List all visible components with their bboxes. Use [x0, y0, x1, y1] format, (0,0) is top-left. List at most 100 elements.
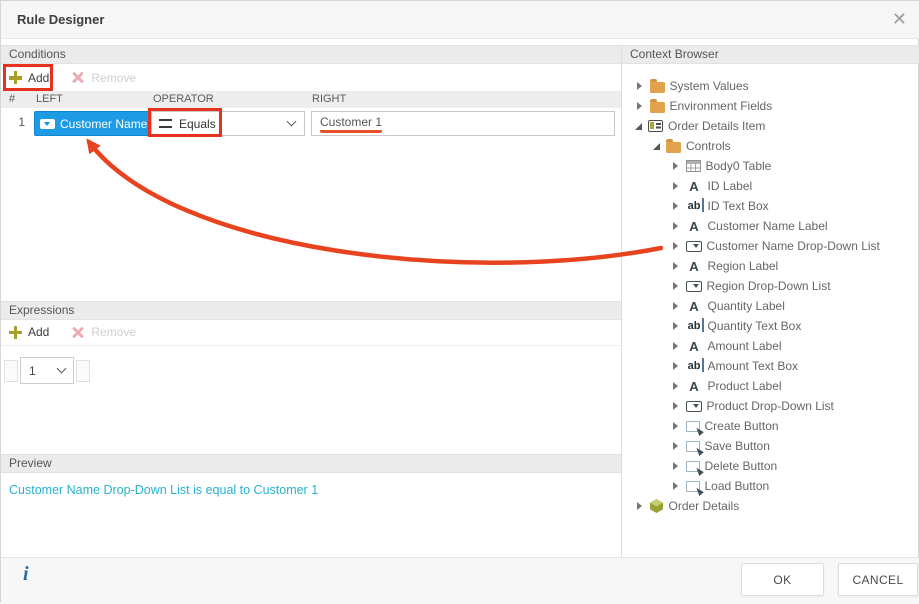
info-icon[interactable]: i — [23, 563, 29, 586]
collapse-arrow-icon[interactable] — [635, 123, 642, 130]
expand-arrow-icon[interactable] — [637, 102, 642, 110]
tree-item[interactable]: ACustomer Name Label — [622, 216, 919, 236]
conditions-add-button[interactable]: Add — [9, 71, 49, 85]
expressions-remove-button[interactable]: Remove — [71, 325, 136, 339]
button-icon — [686, 461, 700, 472]
expand-arrow-icon[interactable] — [673, 262, 678, 270]
button-icon — [686, 421, 700, 432]
expand-arrow-icon[interactable] — [673, 422, 678, 430]
tree-item[interactable]: A ID Label — [622, 176, 919, 196]
textbox-icon: ab — [686, 199, 703, 213]
tree-item[interactable]: Customer Name Drop-Down List — [622, 236, 919, 256]
remove-button-label: Remove — [91, 325, 136, 339]
expressions-add-button[interactable]: Add — [9, 325, 49, 339]
plus-icon — [9, 326, 22, 339]
expand-arrow-icon[interactable] — [673, 322, 678, 330]
expand-arrow-icon[interactable] — [637, 82, 642, 90]
expand-arrow-icon[interactable] — [673, 442, 678, 450]
collapse-arrow-icon[interactable] — [653, 143, 660, 150]
conditions-toolbar: Add Remove — [1, 64, 621, 91]
tree-item-label: Create Button — [705, 419, 779, 433]
expand-arrow-icon[interactable] — [637, 502, 642, 510]
expand-arrow-icon[interactable] — [673, 182, 678, 190]
tree-item-label: Amount Text Box — [708, 359, 799, 373]
tree-item-label: Product Drop-Down List — [707, 399, 834, 413]
remove-x-icon — [71, 71, 85, 85]
tree-item[interactable]: AProduct Label — [622, 376, 919, 396]
dialog-titlebar: Rule Designer ✕ — [1, 1, 919, 39]
ok-button[interactable]: OK — [741, 563, 824, 596]
tree-item[interactable]: Environment Fields — [622, 96, 919, 116]
tree-item-label: Controls — [686, 139, 731, 153]
right-operand-value: Customer 1 — [320, 115, 382, 133]
tree-item[interactable]: Delete Button — [622, 456, 919, 476]
conditions-section-header: Conditions — [1, 45, 621, 64]
tree-item-label: Customer Name Label — [708, 219, 828, 233]
conditions-grid-header: # LEFT OPERATOR RIGHT — [1, 91, 621, 108]
tree-item[interactable]: Product Drop-Down List — [622, 396, 919, 416]
tree-item[interactable]: Order Details — [622, 496, 919, 516]
tree-item[interactable]: ab Quantity Text Box — [622, 316, 919, 336]
chevron-down-icon — [57, 364, 67, 374]
button-icon — [686, 441, 700, 452]
expand-arrow-icon[interactable] — [673, 202, 678, 210]
left-operand-label: Customer Name Drop-Down List — [60, 117, 151, 131]
expand-arrow-icon[interactable] — [673, 222, 678, 230]
expression-number-value: 1 — [29, 364, 36, 378]
tree-item-label: ID Label — [708, 179, 753, 193]
condition-right-operand-input[interactable]: Customer 1 — [311, 111, 615, 136]
tree-item[interactable]: Controls — [622, 136, 919, 156]
tree-item[interactable]: Load Button — [622, 476, 919, 496]
expand-arrow-icon[interactable] — [673, 362, 678, 370]
expand-arrow-icon[interactable] — [673, 302, 678, 310]
tree-item[interactable]: Region Drop-Down List — [622, 276, 919, 296]
expand-arrow-icon[interactable] — [673, 462, 678, 470]
button-icon — [686, 481, 700, 492]
tree-item[interactable]: Save Button — [622, 436, 919, 456]
expand-arrow-icon[interactable] — [673, 382, 678, 390]
expand-arrow-icon[interactable] — [673, 342, 678, 350]
close-icon[interactable]: ✕ — [892, 8, 907, 30]
expand-arrow-icon[interactable] — [673, 402, 678, 410]
expression-side-cell-left[interactable] — [4, 360, 18, 382]
label-icon: A — [686, 379, 703, 393]
preview-rule-text: Customer Name Drop-Down List is equal to… — [9, 483, 318, 497]
expand-arrow-icon[interactable] — [673, 282, 678, 290]
operator-value: Equals — [179, 117, 216, 131]
operator-select[interactable]: Equals — [151, 111, 305, 136]
remove-button-label: Remove — [91, 71, 136, 85]
cancel-button[interactable]: CANCEL — [838, 563, 918, 596]
tree-item[interactable]: Create Button — [622, 416, 919, 436]
column-header-num: # — [9, 93, 15, 105]
tree-item-label: Region Drop-Down List — [707, 279, 831, 293]
tree-item[interactable]: ARegion Label — [622, 256, 919, 276]
tree-item[interactable]: Body0 Table — [622, 156, 919, 176]
tree-item[interactable]: abID Text Box — [622, 196, 919, 216]
condition-left-operand[interactable]: Customer Name Drop-Down List — [34, 111, 151, 136]
expand-arrow-icon[interactable] — [673, 242, 678, 250]
context-tree: System ValuesEnvironment FieldsOrder Det… — [622, 76, 919, 516]
conditions-remove-button[interactable]: Remove — [71, 71, 136, 85]
label-icon: A — [686, 179, 703, 193]
dropdown-icon — [686, 241, 702, 252]
expand-arrow-icon[interactable] — [673, 482, 678, 490]
view-icon — [648, 120, 663, 132]
dialog-title: Rule Designer — [17, 12, 104, 27]
tree-item-label: System Values — [670, 79, 749, 93]
expression-number-select[interactable]: 1 — [20, 357, 74, 384]
tree-item[interactable]: ab Amount Text Box — [622, 356, 919, 376]
textbox-icon: ab — [686, 359, 703, 373]
expressions-toolbar: Add Remove — [1, 319, 621, 346]
tree-item-label: Quantity Text Box — [708, 319, 802, 333]
chevron-down-icon — [287, 117, 297, 127]
tree-item[interactable]: AAmount Label — [622, 336, 919, 356]
column-header-left: LEFT — [36, 93, 63, 105]
textbox-icon: ab — [686, 319, 703, 333]
tree-item[interactable]: System Values — [622, 76, 919, 96]
tree-item[interactable]: Order Details Item — [622, 116, 919, 136]
expand-arrow-icon[interactable] — [673, 162, 678, 170]
tree-item[interactable]: AQuantity Label — [622, 296, 919, 316]
tree-item-label: Region Label — [708, 259, 779, 273]
add-button-label: Add — [28, 71, 49, 85]
expression-side-cell-right[interactable] — [76, 360, 90, 382]
